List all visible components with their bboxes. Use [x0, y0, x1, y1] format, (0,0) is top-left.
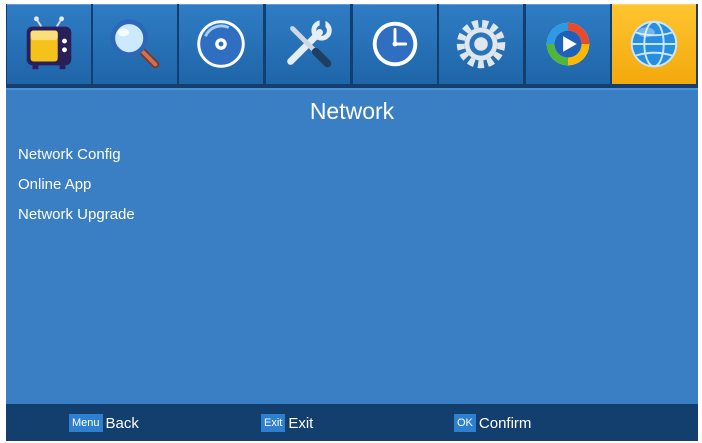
disc-icon — [197, 20, 245, 68]
tab-disc[interactable] — [179, 4, 263, 84]
network-menu-screen: Network Network Config Online App Networ… — [0, 0, 702, 443]
page-title: Network — [309, 98, 395, 124]
tv-icon — [26, 16, 72, 70]
gear-icon — [456, 19, 506, 69]
tab-tools[interactable] — [266, 4, 350, 84]
hint-confirm: OK Confirm — [454, 414, 531, 432]
media-player-icon — [546, 22, 590, 66]
menu-item-network-upgrade[interactable]: Network Upgrade — [18, 206, 135, 223]
menu-key-badge: Menu — [69, 414, 103, 432]
tools-icon — [287, 18, 332, 68]
tab-tv[interactable] — [7, 4, 91, 84]
hint-back: Menu Back — [69, 414, 139, 432]
hint-confirm-label: Confirm — [478, 414, 532, 432]
tab-media[interactable] — [526, 4, 610, 84]
tab-network[interactable] — [612, 4, 696, 84]
hint-exit: Exit Exit — [261, 414, 313, 432]
globe-icon — [630, 20, 678, 68]
tab-clock[interactable] — [353, 4, 437, 84]
menu-item-online-app[interactable]: Online App — [18, 176, 91, 193]
ok-key-badge: OK — [454, 414, 476, 432]
hint-back-label: Back — [105, 414, 139, 432]
tab-settings[interactable] — [439, 4, 523, 84]
hint-exit-label: Exit — [288, 414, 314, 432]
network-panel: Network Network Config Online App Networ… — [6, 88, 698, 404]
search-icon — [110, 19, 160, 69]
key-hint-bar: Menu Back Exit Exit OK Confirm — [6, 404, 698, 441]
top-tab-bar — [6, 4, 698, 88]
clock-icon — [372, 21, 418, 67]
exit-key-badge: Exit — [261, 414, 286, 432]
tab-search[interactable] — [93, 4, 177, 84]
menu-item-network-config[interactable]: Network Config — [18, 146, 121, 163]
